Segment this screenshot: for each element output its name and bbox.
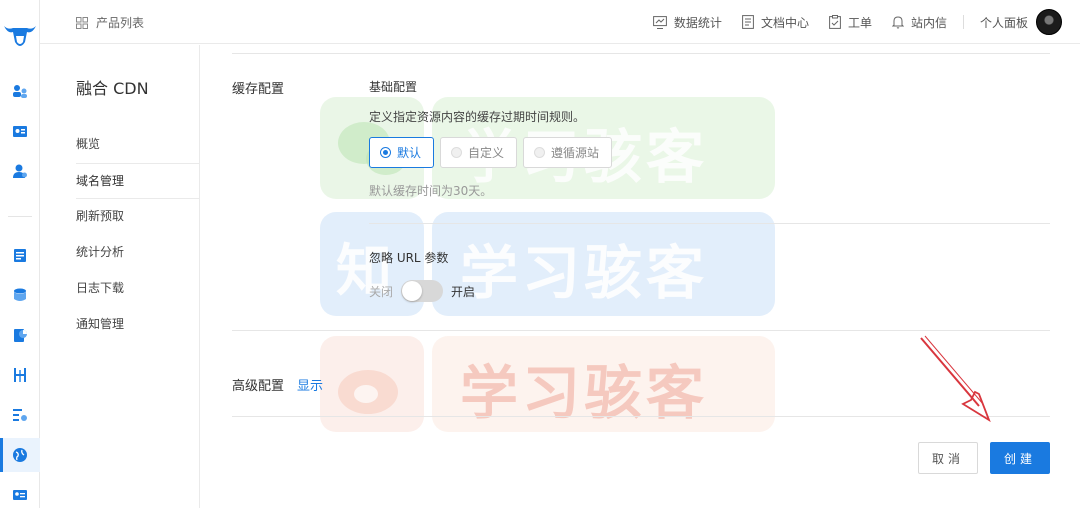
nav-divider [962, 15, 964, 29]
cache-mode-radio-group: 默认 自定义 遵循源站 [369, 137, 618, 168]
bell-icon [891, 16, 904, 29]
nav-docs[interactable]: 文档中心 [742, 14, 809, 31]
sidebar-item-domain-management[interactable]: 域名管理 [76, 163, 200, 199]
nav-label: 数据统计 [673, 15, 722, 30]
user-panel-link[interactable]: 个人面板 [980, 14, 1028, 31]
network-icon[interactable] [0, 358, 40, 392]
nav-label: 站内信 [910, 15, 947, 30]
sidebar-item-log-download[interactable]: 日志下载 [76, 271, 200, 307]
radio-dot [451, 147, 463, 158]
basic-config-label: 基础配置 [369, 80, 418, 94]
sidebar-item-statistics[interactable]: 统计分析 [76, 235, 200, 271]
top-header: 产品列表 数据统计 文档中心 工单 站内信 个人面板 [40, 0, 1080, 44]
cache-option-default[interactable]: 默认 [369, 137, 435, 168]
nav-messages[interactable]: 站内信 [891, 14, 947, 31]
clipboard-icon [829, 15, 841, 29]
icon-rail [0, 0, 40, 508]
bull-logo-icon[interactable] [2, 20, 38, 52]
ignore-url-params-label: 忽略 URL 参数 [369, 251, 449, 265]
sidebar-item-refresh-prefetch[interactable]: 刷新预取 [76, 199, 200, 235]
section-divider [369, 223, 1050, 224]
switch-on-label: 开启 [451, 284, 476, 299]
product-list-label: 产品列表 [96, 16, 145, 30]
show-advanced-link[interactable]: 显示 [297, 375, 323, 394]
user-card-icon[interactable] [0, 478, 40, 508]
cache-hint: 默认缓存时间为30天。 [369, 184, 493, 198]
grid-icon [76, 16, 88, 29]
nav-label: 工单 [847, 15, 872, 30]
pie-report-icon[interactable] [0, 318, 40, 352]
users-icon[interactable] [0, 74, 40, 108]
nav-tickets[interactable]: 工单 [829, 14, 872, 31]
annotation-arrow-icon [920, 335, 991, 423]
domain-form: 缓存配置 基础配置 定义指定资源内容的缓存过期时间规则。 默认 自定义 遵循源站… [200, 45, 1080, 508]
rail-divider [8, 216, 32, 217]
radio-dot [380, 147, 391, 158]
create-button[interactable]: 创建 [990, 442, 1050, 474]
top-nav: 数据统计 文档中心 工单 站内信 个人面板 [633, 9, 1062, 35]
settings-list-icon[interactable] [0, 398, 40, 432]
ignore-params-toggle[interactable] [401, 280, 444, 302]
cancel-button[interactable]: 取消 [918, 442, 978, 474]
toggle-knob [402, 281, 423, 301]
database-icon[interactable] [0, 278, 40, 312]
list-icon[interactable] [0, 238, 40, 272]
advanced-config-label: 高级配置 [232, 379, 285, 394]
section-divider [232, 53, 1050, 54]
user-settings-icon[interactable] [0, 154, 40, 188]
monitor-chart-icon [653, 15, 667, 29]
cache-config-label: 缓存配置 [232, 82, 285, 97]
cache-description: 定义指定资源内容的缓存过期时间规则。 [369, 110, 586, 124]
cdn-sidebar: 融合 CDN 概览 域名管理 刷新预取 统计分析 日志下载 通知管理 [40, 45, 200, 508]
sidebar-item-notifications[interactable]: 通知管理 [76, 307, 200, 343]
user-panel-label: 个人面板 [979, 15, 1028, 30]
nav-label: 文档中心 [760, 15, 809, 30]
cache-option-follow-origin[interactable]: 遵循源站 [523, 137, 613, 168]
id-card-icon[interactable] [0, 114, 40, 148]
cache-option-custom[interactable]: 自定义 [440, 137, 518, 168]
radio-label: 遵循源站 [551, 146, 600, 160]
radio-dot [534, 147, 546, 158]
switch-off-label: 关闭 [369, 284, 394, 299]
avatar[interactable] [1036, 9, 1062, 35]
radio-label: 自定义 [468, 146, 505, 160]
sidebar-item-overview[interactable]: 概览 [76, 127, 200, 163]
sidebar-menu: 概览 域名管理 刷新预取 统计分析 日志下载 通知管理 [76, 127, 200, 343]
sidebar-title: 融合 CDN [76, 79, 149, 98]
nav-data-stats[interactable]: 数据统计 [653, 14, 722, 31]
document-icon [742, 15, 754, 29]
radio-label: 默认 [397, 146, 422, 160]
product-list-button[interactable]: 产品列表 [76, 14, 144, 31]
globe-icon[interactable] [0, 438, 40, 472]
ignore-params-switch-row: 关闭 开启 [369, 280, 475, 302]
